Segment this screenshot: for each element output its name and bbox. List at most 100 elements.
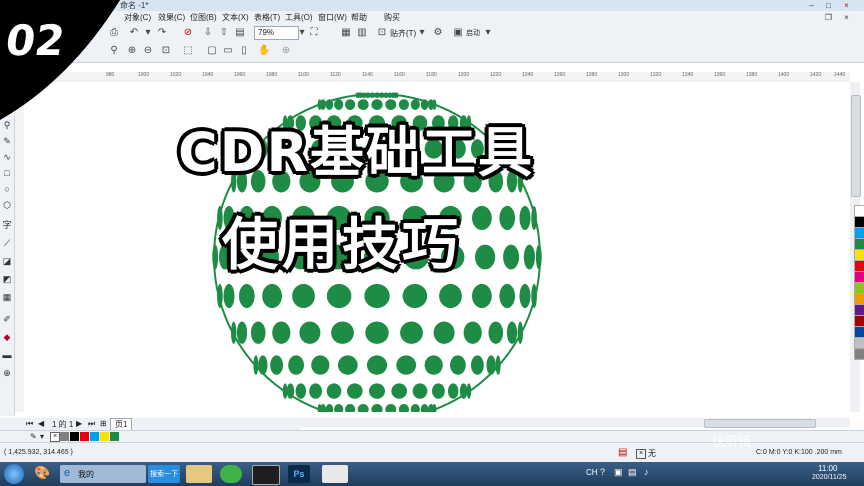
launch-icon[interactable]: ▣: [452, 27, 464, 39]
maximize-button[interactable]: □: [822, 1, 835, 10]
menu-help[interactable]: 帮助: [351, 12, 367, 23]
help-icon[interactable]: ?: [600, 467, 605, 477]
fill-none-swatch[interactable]: ×: [636, 449, 646, 459]
ellipse-tool-icon[interactable]: ○: [1, 182, 13, 196]
outline-tool-icon[interactable]: ▬: [1, 348, 13, 362]
publish-pdf-icon[interactable]: ▤: [234, 27, 246, 39]
menu-object[interactable]: 对象(C): [124, 12, 151, 23]
network-icon[interactable]: ▤: [628, 467, 637, 478]
menu-text[interactable]: 文本(X): [222, 12, 249, 23]
show-grid-icon[interactable]: ▥: [356, 27, 368, 39]
browser-icon[interactable]: [220, 465, 242, 483]
menu-bitmap[interactable]: 位图(B): [190, 12, 217, 23]
zoom-out-icon[interactable]: ⊖: [142, 45, 154, 57]
fill-indicator-icon[interactable]: ▤: [618, 447, 627, 458]
smart-drawing-icon[interactable]: ∿: [1, 150, 13, 164]
zoom-width-icon[interactable]: ▭: [222, 45, 234, 57]
sphere-dot: [499, 283, 515, 309]
menu-effects[interactable]: 效果(C): [158, 12, 185, 23]
connector-tool-icon[interactable]: ⟋: [1, 236, 13, 250]
zoom-selected-icon[interactable]: ⊡: [160, 45, 172, 57]
photoshop-icon[interactable]: Ps: [288, 465, 310, 483]
clock-time[interactable]: 11:00: [818, 464, 837, 473]
doc-palette-swatch[interactable]: [110, 432, 119, 441]
ime-indicator[interactable]: CH: [586, 468, 598, 477]
palette-menu-icon[interactable]: ▾: [40, 432, 44, 441]
doc-restore-button[interactable]: ❐: [822, 13, 835, 22]
snap-dropdown-icon[interactable]: ▾: [416, 27, 428, 39]
doc-palette-swatch[interactable]: [90, 432, 99, 441]
sphere-dot: [371, 404, 383, 412]
menu-table[interactable]: 表格(T): [254, 12, 280, 23]
fill-tool-icon[interactable]: ◆: [1, 330, 13, 344]
close-button[interactable]: ×: [840, 1, 853, 10]
full-screen-icon[interactable]: ⛶: [308, 27, 320, 39]
add-page-button[interactable]: ⊞: [100, 419, 107, 428]
minimize-button[interactable]: –: [805, 1, 818, 10]
rectangle-tool-icon[interactable]: □: [1, 166, 13, 180]
redo-icon[interactable]: ↷: [156, 27, 168, 39]
doc-palette-swatch[interactable]: [60, 432, 69, 441]
coreldraw-icon[interactable]: [252, 465, 280, 485]
horizontal-scroll-thumb[interactable]: [704, 419, 816, 428]
menu-tools[interactable]: 工具(O): [285, 12, 313, 23]
doc-close-button[interactable]: ×: [840, 13, 853, 22]
eyedropper-icon[interactable]: ✎: [30, 432, 37, 441]
zoom-all-icon[interactable]: ⬚: [182, 45, 194, 57]
start-button[interactable]: [4, 464, 24, 484]
import-icon[interactable]: ⇩: [202, 27, 214, 39]
sphere-dot: [486, 355, 496, 375]
tray-icon[interactable]: ▣: [614, 467, 623, 478]
search-button[interactable]: 搜索一下: [148, 465, 180, 483]
show-rulers-icon[interactable]: ▦: [340, 27, 352, 39]
vertical-scroll-thumb[interactable]: [851, 95, 861, 197]
menu-buy[interactable]: 购买: [384, 12, 400, 23]
next-page-button[interactable]: ▶: [76, 419, 82, 428]
polygon-tool-icon[interactable]: ⬡: [1, 198, 13, 212]
add-icon[interactable]: ⊕: [280, 45, 292, 57]
shadow-tool-icon[interactable]: ◩: [1, 272, 13, 286]
ruler-tick: 1040: [202, 72, 214, 78]
doc-palette-swatch[interactable]: [70, 432, 79, 441]
zoom-level-combo[interactable]: 79%: [254, 26, 299, 40]
sphere-dot: [519, 283, 531, 309]
snap-icon[interactable]: ⊡: [376, 27, 388, 39]
first-page-button[interactable]: ⏮: [26, 419, 33, 429]
speaker-icon[interactable]: ♪: [644, 467, 649, 477]
eyedropper-icon[interactable]: ✐: [1, 312, 13, 326]
doc-palette-swatch[interactable]: [80, 432, 89, 441]
snap-label[interactable]: 贴齐(T): [390, 28, 416, 39]
app-icon[interactable]: 🎨: [34, 465, 50, 481]
export-icon[interactable]: ⇧: [218, 27, 230, 39]
no-color-swatch[interactable]: ×: [50, 432, 60, 442]
launch-dropdown-icon[interactable]: ▾: [482, 27, 494, 39]
clock-date[interactable]: 2020/11/25: [812, 474, 847, 481]
last-page-button[interactable]: ⏭: [88, 419, 95, 429]
zoom-dropdown-icon[interactable]: ▾: [296, 27, 308, 39]
add-tool-icon[interactable]: ⊕: [1, 366, 13, 380]
sphere-dot: [432, 383, 445, 399]
sphere-dot: [450, 355, 466, 375]
zoom-in-icon[interactable]: ⊕: [126, 45, 138, 57]
explorer-icon[interactable]: [186, 465, 212, 483]
freehand-tool-icon[interactable]: ✎: [1, 134, 13, 148]
pan-icon[interactable]: ✋: [258, 45, 270, 57]
zoom-page-icon[interactable]: ▢: [206, 45, 218, 57]
sphere-dot: [288, 355, 304, 375]
search-content-icon[interactable]: ⊘: [182, 27, 194, 39]
zoom-height-icon[interactable]: ▯: [238, 45, 250, 57]
zoom-tool-icon[interactable]: ⚲: [1, 118, 13, 132]
pattern-tool-icon[interactable]: ▦: [1, 290, 13, 304]
undo-dropdown-icon[interactable]: ▾: [142, 27, 154, 39]
options-gear-icon[interactable]: ⚙: [432, 27, 444, 39]
palette-swatch[interactable]: [854, 348, 864, 360]
taskbar-ie-button[interactable]: e 我的: [60, 465, 146, 483]
menu-window[interactable]: 窗口(W): [318, 12, 347, 23]
launch-label[interactable]: 启动: [466, 28, 480, 38]
doc-palette-swatch[interactable]: [100, 432, 109, 441]
text-tool-icon[interactable]: 字: [1, 218, 13, 232]
document-app-icon[interactable]: [322, 465, 348, 483]
blend-tool-icon[interactable]: ◪: [1, 254, 13, 268]
undo-icon[interactable]: ↶: [128, 27, 140, 39]
prev-page-button[interactable]: ◀: [38, 419, 44, 428]
